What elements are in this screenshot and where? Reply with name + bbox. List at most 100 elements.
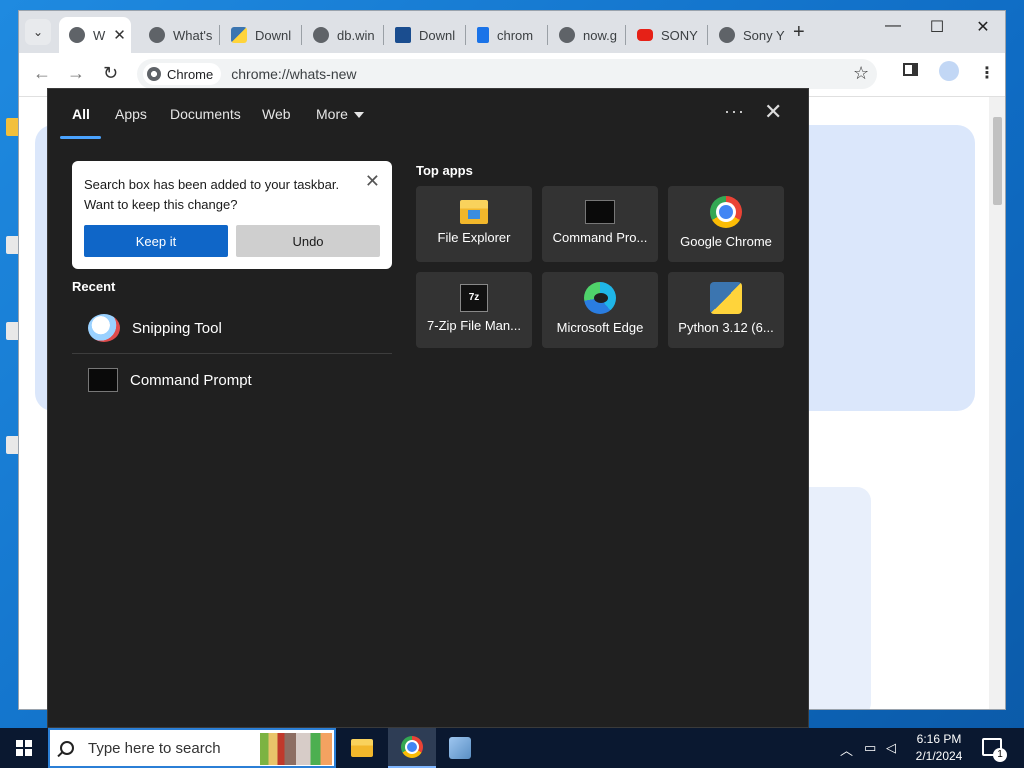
windows-logo-icon: [16, 740, 32, 756]
maximize-button[interactable]: ☐: [917, 17, 957, 37]
profile-avatar[interactable]: [939, 61, 959, 88]
file-explorer-icon: [351, 739, 373, 757]
tab-all[interactable]: All: [72, 106, 90, 122]
tab-now-g[interactable]: now.g: [549, 17, 625, 53]
network-icon[interactable]: ▭: [864, 740, 876, 756]
file-explorer-icon: [460, 200, 488, 224]
keep-it-button[interactable]: Keep it: [84, 225, 228, 257]
tab-web[interactable]: Web: [262, 106, 291, 122]
tab-separator: [707, 25, 708, 45]
recent-item-snipping-tool[interactable]: Snipping Tool: [72, 303, 392, 353]
vmware-icon: [395, 27, 411, 43]
tab-separator: [625, 25, 626, 45]
search-placeholder: Type here to search: [88, 739, 221, 757]
tab-label: SONY: [661, 27, 698, 43]
tab-separator: [465, 25, 466, 45]
tab-close-icon[interactable]: ✕: [113, 26, 126, 44]
more-options-icon[interactable]: ···: [724, 101, 745, 122]
tab-sony-youtube[interactable]: SONY: [627, 17, 707, 53]
site-icon: [719, 27, 735, 43]
tab-label: Downl: [419, 27, 456, 43]
app-tile-label: Microsoft Edge: [556, 320, 644, 335]
tab-sony-y[interactable]: Sony Y: [709, 17, 785, 53]
taskbar: Type here to search ︿ ▭ ◁ 6:16 PM 2/1/20…: [0, 728, 1024, 768]
tab-whats-new-active[interactable]: W ✕: [59, 17, 131, 53]
tab-label: db.win: [337, 27, 375, 43]
site-chip[interactable]: Chrome: [143, 63, 222, 85]
top-app-google-chrome[interactable]: Google Chrome: [668, 186, 784, 262]
chevron-down-icon: [353, 112, 364, 119]
top-app-file-explorer[interactable]: File Explorer: [416, 186, 532, 262]
tab-separator: [219, 25, 220, 45]
edge-icon: [584, 282, 616, 314]
minimize-button[interactable]: —: [873, 17, 913, 35]
top-apps-heading: Top apps: [416, 163, 473, 178]
tab-db-win[interactable]: db.win: [303, 17, 381, 53]
forward-button[interactable]: →: [67, 63, 85, 84]
chrome-icon: [401, 736, 423, 758]
tab-chrome-downloads[interactable]: chrom: [467, 17, 545, 53]
globe-icon: [559, 27, 575, 43]
recent-item-label: Command Prompt: [130, 371, 252, 389]
top-app-command-prompt[interactable]: Command Pro...: [542, 186, 658, 262]
back-button[interactable]: ←: [33, 63, 51, 84]
taskbar-chrome[interactable]: [388, 728, 436, 768]
volume-muted-icon[interactable]: ◁: [886, 740, 896, 756]
tab-separator: [383, 25, 384, 45]
chip-label: Chrome: [167, 66, 214, 82]
tab-more[interactable]: More: [316, 106, 364, 122]
scrollbar-thumb[interactable]: [993, 117, 1002, 205]
globe-icon: [313, 27, 329, 43]
taskbar-search-box[interactable]: Type here to search: [48, 728, 336, 768]
bookmark-star-icon[interactable]: ☆: [853, 63, 869, 84]
address-bar[interactable]: Chrome chrome://whats-new: [137, 59, 877, 89]
top-app-7zip[interactable]: 7z 7-Zip File Man...: [416, 272, 532, 348]
close-window-button[interactable]: ✕: [963, 17, 1003, 37]
tab-documents[interactable]: Documents: [170, 106, 241, 122]
youtube-icon: [637, 29, 653, 41]
tray-chevron-icon[interactable]: ︿: [840, 740, 853, 759]
tab-search-button[interactable]: ⌄: [25, 19, 51, 45]
tab-label: chrom: [497, 27, 534, 43]
tab-python-download[interactable]: Downl: [221, 17, 299, 53]
side-panel-icon[interactable]: [903, 63, 918, 81]
url-text[interactable]: chrome://whats-new: [231, 66, 356, 82]
recent-heading: Recent: [72, 279, 116, 294]
start-button[interactable]: [0, 728, 48, 768]
search-icon: [60, 741, 74, 755]
clock-date: 2/1/2024: [915, 749, 963, 763]
app-tile-label: Python 3.12 (6...: [678, 320, 774, 335]
notice-close-icon[interactable]: ✕: [365, 171, 380, 192]
top-app-python[interactable]: Python 3.12 (6...: [668, 272, 784, 348]
tab-label: What's: [173, 27, 213, 43]
tab-label: Sony Y: [743, 27, 785, 43]
taskbar-file-explorer[interactable]: [338, 728, 386, 768]
tab-apps[interactable]: Apps: [115, 106, 147, 122]
reload-button[interactable]: ↻: [103, 63, 118, 84]
download-icon: [477, 27, 489, 43]
tab-vmware-download[interactable]: Downl: [385, 17, 463, 53]
search-highlight-image: [260, 733, 332, 765]
tab-more-label: More: [316, 106, 348, 122]
taskbar-app[interactable]: [436, 728, 484, 768]
search-scope-tabs: All Apps Documents Web More ··· ✕: [48, 89, 808, 139]
command-prompt-icon: [585, 200, 615, 224]
notification-badge: 1: [993, 748, 1007, 762]
recent-item-command-prompt[interactable]: Command Prompt: [72, 355, 392, 405]
page-scrollbar[interactable]: [989, 97, 1005, 709]
chrome-icon: [69, 27, 85, 43]
new-tab-button[interactable]: +: [793, 21, 805, 44]
notice-message: Search box has been added to your taskba…: [84, 177, 340, 212]
app-tile-label: Command Pro...: [552, 230, 648, 245]
tab-separator: [301, 25, 302, 45]
menu-kebab-icon[interactable]: ⋮: [979, 63, 995, 83]
tab-whats[interactable]: What's: [139, 17, 217, 53]
clock-time: 6:16 PM: [916, 732, 962, 746]
app-tile-label: File Explorer: [437, 230, 511, 245]
close-panel-icon[interactable]: ✕: [764, 99, 782, 125]
system-clock[interactable]: 6:16 PM 2/1/2024: [906, 731, 972, 765]
seven-zip-icon: 7z: [460, 284, 488, 312]
tab-strip: ⌄ W ✕ What's Downl db.win Downl chrom no…: [19, 11, 1005, 53]
top-app-microsoft-edge[interactable]: Microsoft Edge: [542, 272, 658, 348]
undo-button[interactable]: Undo: [236, 225, 380, 257]
